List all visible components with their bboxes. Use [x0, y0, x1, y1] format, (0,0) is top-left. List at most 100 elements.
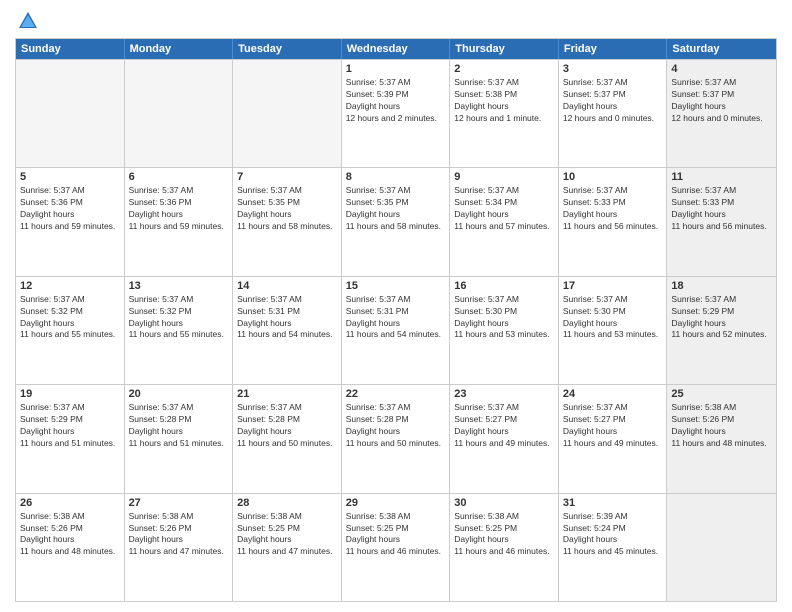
day-number: 13 — [129, 280, 229, 292]
logo-icon — [17, 10, 39, 32]
calendar-cell: 10 Sunrise: 5:37 AMSunset: 5:33 PMDayligh… — [559, 168, 668, 275]
cell-text: Sunrise: 5:38 AMSunset: 5:25 PMDaylight … — [346, 511, 446, 559]
cell-text: Sunrise: 5:37 AMSunset: 5:31 PMDaylight … — [346, 294, 446, 342]
header-day-sunday: Sunday — [16, 39, 125, 59]
cell-text: Sunrise: 5:37 AMSunset: 5:32 PMDaylight … — [20, 294, 120, 342]
cell-text: Sunrise: 5:39 AMSunset: 5:24 PMDaylight … — [563, 511, 663, 559]
cell-text: Sunrise: 5:37 AMSunset: 5:37 PMDaylight … — [563, 77, 663, 125]
calendar-body: 1 Sunrise: 5:37 AMSunset: 5:39 PMDaylight… — [16, 59, 776, 601]
day-number: 27 — [129, 497, 229, 509]
cell-text: Sunrise: 5:38 AMSunset: 5:25 PMDaylight … — [237, 511, 337, 559]
calendar-cell — [125, 60, 234, 167]
calendar-cell: 6Sunrise: 5:37 AMSunset: 5:36 PMDaylight… — [125, 168, 234, 275]
cell-text: Sunrise: 5:37 AMSunset: 5:27 PMDaylight … — [454, 402, 554, 450]
calendar-cell: 14 Sunrise: 5:37 AMSunset: 5:31 PMDayligh… — [233, 277, 342, 384]
calendar-cell: 3Sunrise: 5:37 AMSunset: 5:37 PMDaylight… — [559, 60, 668, 167]
header-day-saturday: Saturday — [667, 39, 776, 59]
calendar-week-3: 12 Sunrise: 5:37 AMSunset: 5:32 PMDayligh… — [16, 276, 776, 384]
cell-text: Sunrise: 5:37 AMSunset: 5:35 PMDaylight … — [237, 185, 337, 233]
day-number: 30 — [454, 497, 554, 509]
calendar: SundayMondayTuesdayWednesdayThursdayFrid… — [15, 38, 777, 602]
day-number: 29 — [346, 497, 446, 509]
cell-text: Sunrise: 5:37 AMSunset: 5:27 PMDaylight … — [563, 402, 663, 450]
cell-text: Sunrise: 5:37 AMSunset: 5:28 PMDaylight … — [129, 402, 229, 450]
calendar-cell: 17 Sunrise: 5:37 AMSunset: 5:30 PMDayligh… — [559, 277, 668, 384]
day-number: 15 — [346, 280, 446, 292]
calendar-cell: 16 Sunrise: 5:37 AMSunset: 5:30 PMDayligh… — [450, 277, 559, 384]
cell-text: Sunrise: 5:37 AMSunset: 5:35 PMDaylight … — [346, 185, 446, 233]
day-number: 23 — [454, 388, 554, 400]
day-number: 18 — [671, 280, 772, 292]
day-number: 12 — [20, 280, 120, 292]
header-day-wednesday: Wednesday — [342, 39, 451, 59]
cell-text: Sunrise: 5:37 AMSunset: 5:36 PMDaylight … — [129, 185, 229, 233]
header-day-thursday: Thursday — [450, 39, 559, 59]
cell-text: Sunrise: 5:38 AMSunset: 5:26 PMDaylight … — [129, 511, 229, 559]
calendar-cell: 15 Sunrise: 5:37 AMSunset: 5:31 PMDayligh… — [342, 277, 451, 384]
cell-text: Sunrise: 5:37 AMSunset: 5:37 PMDaylight … — [671, 77, 772, 125]
calendar-cell: 28 Sunrise: 5:38 AMSunset: 5:25 PMDayligh… — [233, 494, 342, 601]
day-number: 26 — [20, 497, 120, 509]
calendar-week-2: 5 Sunrise: 5:37 AMSunset: 5:36 PMDaylight… — [16, 167, 776, 275]
day-number: 28 — [237, 497, 337, 509]
calendar-cell: 31 Sunrise: 5:39 AMSunset: 5:24 PMDayligh… — [559, 494, 668, 601]
calendar-cell: 25 Sunrise: 5:38 AMSunset: 5:26 PMDayligh… — [667, 385, 776, 492]
calendar-cell: 11 Sunrise: 5:37 AMSunset: 5:33 PMDayligh… — [667, 168, 776, 275]
cell-text: Sunrise: 5:38 AMSunset: 5:25 PMDaylight … — [454, 511, 554, 559]
calendar-week-5: 26 Sunrise: 5:38 AMSunset: 5:26 PMDayligh… — [16, 493, 776, 601]
calendar-cell: 23 Sunrise: 5:37 AMSunset: 5:27 PMDayligh… — [450, 385, 559, 492]
day-number: 25 — [671, 388, 772, 400]
day-number: 1 — [346, 63, 446, 75]
calendar-cell: 1 Sunrise: 5:37 AMSunset: 5:39 PMDaylight… — [342, 60, 451, 167]
day-number: 8 — [346, 171, 446, 183]
calendar-header: SundayMondayTuesdayWednesdayThursdayFrid… — [16, 39, 776, 59]
calendar-cell: 19Sunrise: 5:37 AMSunset: 5:29 PMDayligh… — [16, 385, 125, 492]
calendar-cell: 26 Sunrise: 5:38 AMSunset: 5:26 PMDayligh… — [16, 494, 125, 601]
calendar-week-4: 19Sunrise: 5:37 AMSunset: 5:29 PMDayligh… — [16, 384, 776, 492]
calendar-cell: 8 Sunrise: 5:37 AMSunset: 5:35 PMDaylight… — [342, 168, 451, 275]
cell-text: Sunrise: 5:37 AMSunset: 5:34 PMDaylight … — [454, 185, 554, 233]
header-day-friday: Friday — [559, 39, 668, 59]
day-number: 10 — [563, 171, 663, 183]
calendar-cell: 7 Sunrise: 5:37 AMSunset: 5:35 PMDaylight… — [233, 168, 342, 275]
cell-text: Sunrise: 5:37 AMSunset: 5:38 PMDaylight … — [454, 77, 554, 125]
cell-text: Sunrise: 5:37 AMSunset: 5:36 PMDaylight … — [20, 185, 120, 233]
calendar-cell: 21Sunrise: 5:37 AMSunset: 5:28 PMDayligh… — [233, 385, 342, 492]
day-number: 5 — [20, 171, 120, 183]
day-number: 24 — [563, 388, 663, 400]
header — [15, 10, 777, 32]
calendar-cell — [667, 494, 776, 601]
cell-text: Sunrise: 5:37 AMSunset: 5:33 PMDaylight … — [563, 185, 663, 233]
page: SundayMondayTuesdayWednesdayThursdayFrid… — [0, 0, 792, 612]
cell-text: Sunrise: 5:38 AMSunset: 5:26 PMDaylight … — [20, 511, 120, 559]
cell-text: Sunrise: 5:37 AMSunset: 5:31 PMDaylight … — [237, 294, 337, 342]
cell-text: Sunrise: 5:37 AMSunset: 5:29 PMDaylight … — [671, 294, 772, 342]
day-number: 22 — [346, 388, 446, 400]
cell-text: Sunrise: 5:37 AMSunset: 5:39 PMDaylight … — [346, 77, 446, 125]
cell-text: Sunrise: 5:37 AMSunset: 5:33 PMDaylight … — [671, 185, 772, 233]
day-number: 17 — [563, 280, 663, 292]
calendar-cell: 2Sunrise: 5:37 AMSunset: 5:38 PMDaylight… — [450, 60, 559, 167]
day-number: 19 — [20, 388, 120, 400]
cell-text: Sunrise: 5:37 AMSunset: 5:28 PMDaylight … — [237, 402, 337, 450]
day-number: 9 — [454, 171, 554, 183]
cell-text: Sunrise: 5:38 AMSunset: 5:26 PMDaylight … — [671, 402, 772, 450]
calendar-cell: 22Sunrise: 5:37 AMSunset: 5:28 PMDayligh… — [342, 385, 451, 492]
calendar-cell: 13Sunrise: 5:37 AMSunset: 5:32 PMDayligh… — [125, 277, 234, 384]
calendar-cell: 27 Sunrise: 5:38 AMSunset: 5:26 PMDayligh… — [125, 494, 234, 601]
calendar-cell: 20Sunrise: 5:37 AMSunset: 5:28 PMDayligh… — [125, 385, 234, 492]
calendar-cell: 18 Sunrise: 5:37 AMSunset: 5:29 PMDayligh… — [667, 277, 776, 384]
day-number: 7 — [237, 171, 337, 183]
calendar-cell — [233, 60, 342, 167]
day-number: 14 — [237, 280, 337, 292]
day-number: 11 — [671, 171, 772, 183]
day-number: 31 — [563, 497, 663, 509]
calendar-cell — [16, 60, 125, 167]
cell-text: Sunrise: 5:37 AMSunset: 5:30 PMDaylight … — [563, 294, 663, 342]
calendar-cell: 29 Sunrise: 5:38 AMSunset: 5:25 PMDayligh… — [342, 494, 451, 601]
calendar-cell: 24 Sunrise: 5:37 AMSunset: 5:27 PMDayligh… — [559, 385, 668, 492]
calendar-cell: 9 Sunrise: 5:37 AMSunset: 5:34 PMDaylight… — [450, 168, 559, 275]
day-number: 16 — [454, 280, 554, 292]
cell-text: Sunrise: 5:37 AMSunset: 5:30 PMDaylight … — [454, 294, 554, 342]
calendar-cell: 12 Sunrise: 5:37 AMSunset: 5:32 PMDayligh… — [16, 277, 125, 384]
